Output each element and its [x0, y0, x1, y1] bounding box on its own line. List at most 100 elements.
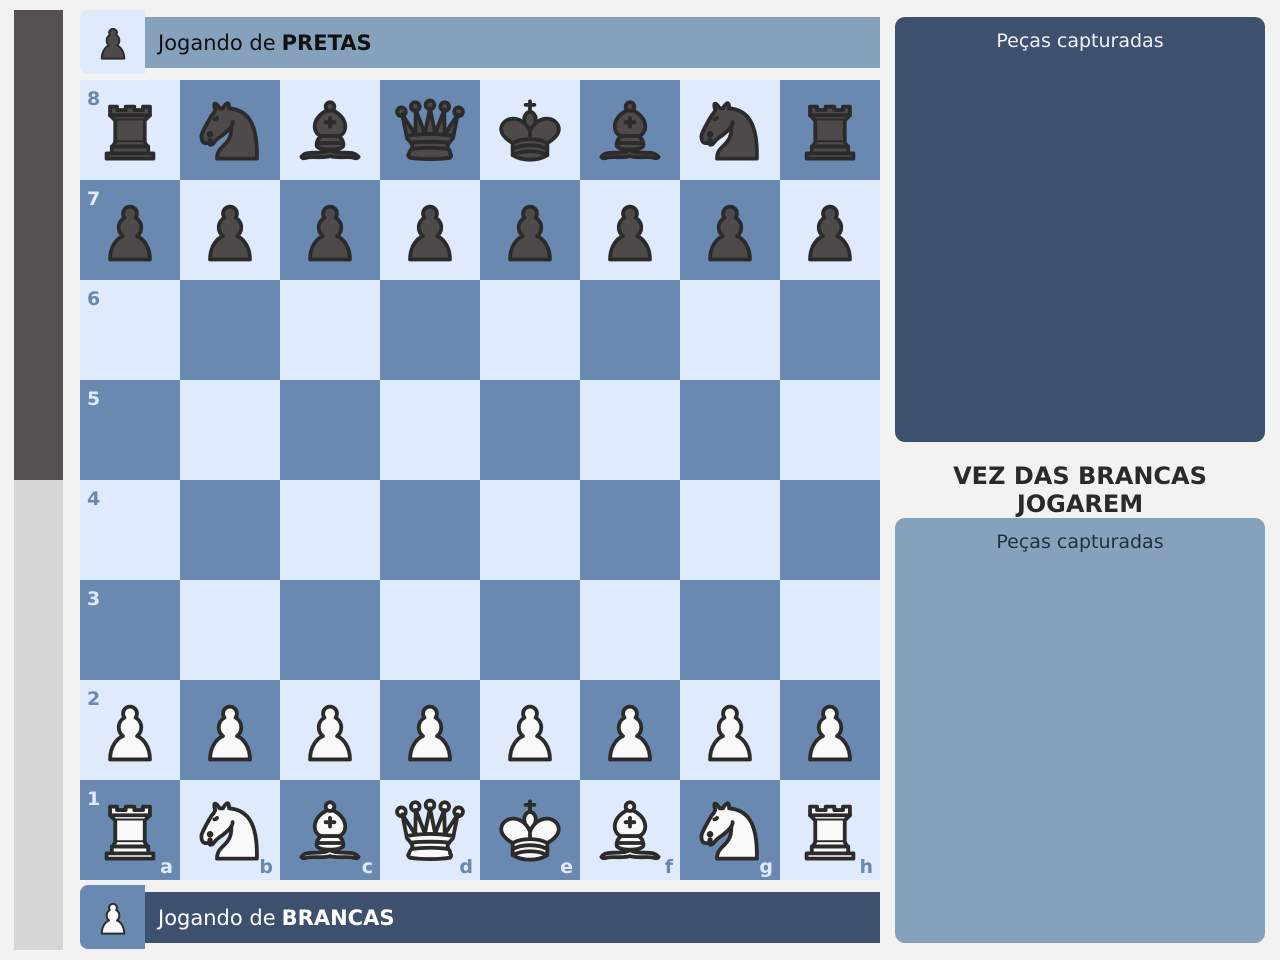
square-e1[interactable]: e [480, 780, 580, 880]
black-bishop-icon[interactable] [291, 91, 369, 169]
square-c6[interactable] [280, 280, 380, 380]
square-h6[interactable] [780, 280, 880, 380]
square-f7[interactable] [580, 180, 680, 280]
white-rook-icon[interactable] [791, 791, 869, 869]
square-b7[interactable] [180, 180, 280, 280]
square-c3[interactable] [280, 580, 380, 680]
square-c5[interactable] [280, 380, 380, 480]
file-label: d [459, 856, 473, 878]
square-a4[interactable]: 4 [80, 480, 180, 580]
white-rook-icon[interactable] [91, 791, 169, 869]
square-c8[interactable] [280, 80, 380, 180]
square-f5[interactable] [580, 380, 680, 480]
white-bishop-icon[interactable] [591, 791, 669, 869]
square-h4[interactable] [780, 480, 880, 580]
square-d6[interactable] [380, 280, 480, 380]
square-f8[interactable] [580, 80, 680, 180]
white-bishop-icon[interactable] [291, 791, 369, 869]
chess-board[interactable]: 87654321abc def gh [80, 80, 880, 880]
square-c4[interactable] [280, 480, 380, 580]
square-h3[interactable] [780, 580, 880, 680]
square-b2[interactable] [180, 680, 280, 780]
square-d4[interactable] [380, 480, 480, 580]
white-knight-icon[interactable] [191, 791, 269, 869]
white-pawn-icon[interactable] [791, 691, 869, 769]
white-pawn-icon[interactable] [491, 691, 569, 769]
white-pawn-icon[interactable] [691, 691, 769, 769]
square-h5[interactable] [780, 380, 880, 480]
file-label: a [160, 856, 173, 878]
black-rook-icon[interactable] [91, 91, 169, 169]
square-a5[interactable]: 5 [80, 380, 180, 480]
square-g5[interactable] [680, 380, 780, 480]
square-e7[interactable] [480, 180, 580, 280]
white-pawn-icon[interactable] [291, 691, 369, 769]
square-f2[interactable] [580, 680, 680, 780]
square-c1[interactable]: c [280, 780, 380, 880]
white-king-icon[interactable] [491, 791, 569, 869]
white-pawn-icon[interactable] [391, 691, 469, 769]
square-f4[interactable] [580, 480, 680, 580]
square-g2[interactable] [680, 680, 780, 780]
square-c2[interactable] [280, 680, 380, 780]
square-h2[interactable] [780, 680, 880, 780]
square-a2[interactable]: 2 [80, 680, 180, 780]
square-d8[interactable] [380, 80, 480, 180]
square-a3[interactable]: 3 [80, 580, 180, 680]
black-pawn-icon[interactable] [291, 191, 369, 269]
black-pawn-icon[interactable] [691, 191, 769, 269]
square-h8[interactable] [780, 80, 880, 180]
square-g7[interactable] [680, 180, 780, 280]
white-knight-icon[interactable] [691, 791, 769, 869]
square-f6[interactable] [580, 280, 680, 380]
square-e4[interactable] [480, 480, 580, 580]
square-h1[interactable]: h [780, 780, 880, 880]
square-a1[interactable]: 1a [80, 780, 180, 880]
square-b5[interactable] [180, 380, 280, 480]
square-h7[interactable] [780, 180, 880, 280]
square-d1[interactable]: d [380, 780, 480, 880]
black-pawn-icon[interactable] [491, 191, 569, 269]
square-f3[interactable] [580, 580, 680, 680]
square-c7[interactable] [280, 180, 380, 280]
square-e2[interactable] [480, 680, 580, 780]
black-queen-icon[interactable] [391, 91, 469, 169]
black-knight-icon[interactable] [691, 91, 769, 169]
black-bishop-icon[interactable] [591, 91, 669, 169]
square-a6[interactable]: 6 [80, 280, 180, 380]
file-label: g [759, 856, 773, 878]
white-pawn-icon[interactable] [191, 691, 269, 769]
square-e8[interactable] [480, 80, 580, 180]
black-pawn-icon[interactable] [791, 191, 869, 269]
square-g8[interactable] [680, 80, 780, 180]
square-a7[interactable]: 7 [80, 180, 180, 280]
square-d3[interactable] [380, 580, 480, 680]
square-g1[interactable]: g [680, 780, 780, 880]
square-b8[interactable] [180, 80, 280, 180]
square-d7[interactable] [380, 180, 480, 280]
square-b3[interactable] [180, 580, 280, 680]
white-pawn-icon[interactable] [591, 691, 669, 769]
square-g4[interactable] [680, 480, 780, 580]
square-b1[interactable]: b [180, 780, 280, 880]
black-knight-icon[interactable] [191, 91, 269, 169]
square-d2[interactable] [380, 680, 480, 780]
square-a8[interactable]: 8 [80, 80, 180, 180]
black-pawn-icon[interactable] [591, 191, 669, 269]
white-pawn-icon[interactable] [91, 691, 169, 769]
square-e6[interactable] [480, 280, 580, 380]
square-b4[interactable] [180, 480, 280, 580]
black-king-icon[interactable] [491, 91, 569, 169]
square-b6[interactable] [180, 280, 280, 380]
black-pawn-icon[interactable] [191, 191, 269, 269]
black-rook-icon[interactable] [791, 91, 869, 169]
square-f1[interactable]: f [580, 780, 680, 880]
square-g3[interactable] [680, 580, 780, 680]
black-pawn-icon[interactable] [391, 191, 469, 269]
square-e5[interactable] [480, 380, 580, 480]
square-g6[interactable] [680, 280, 780, 380]
square-d5[interactable] [380, 380, 480, 480]
black-pawn-icon[interactable] [91, 191, 169, 269]
white-queen-icon[interactable] [391, 791, 469, 869]
square-e3[interactable] [480, 580, 580, 680]
